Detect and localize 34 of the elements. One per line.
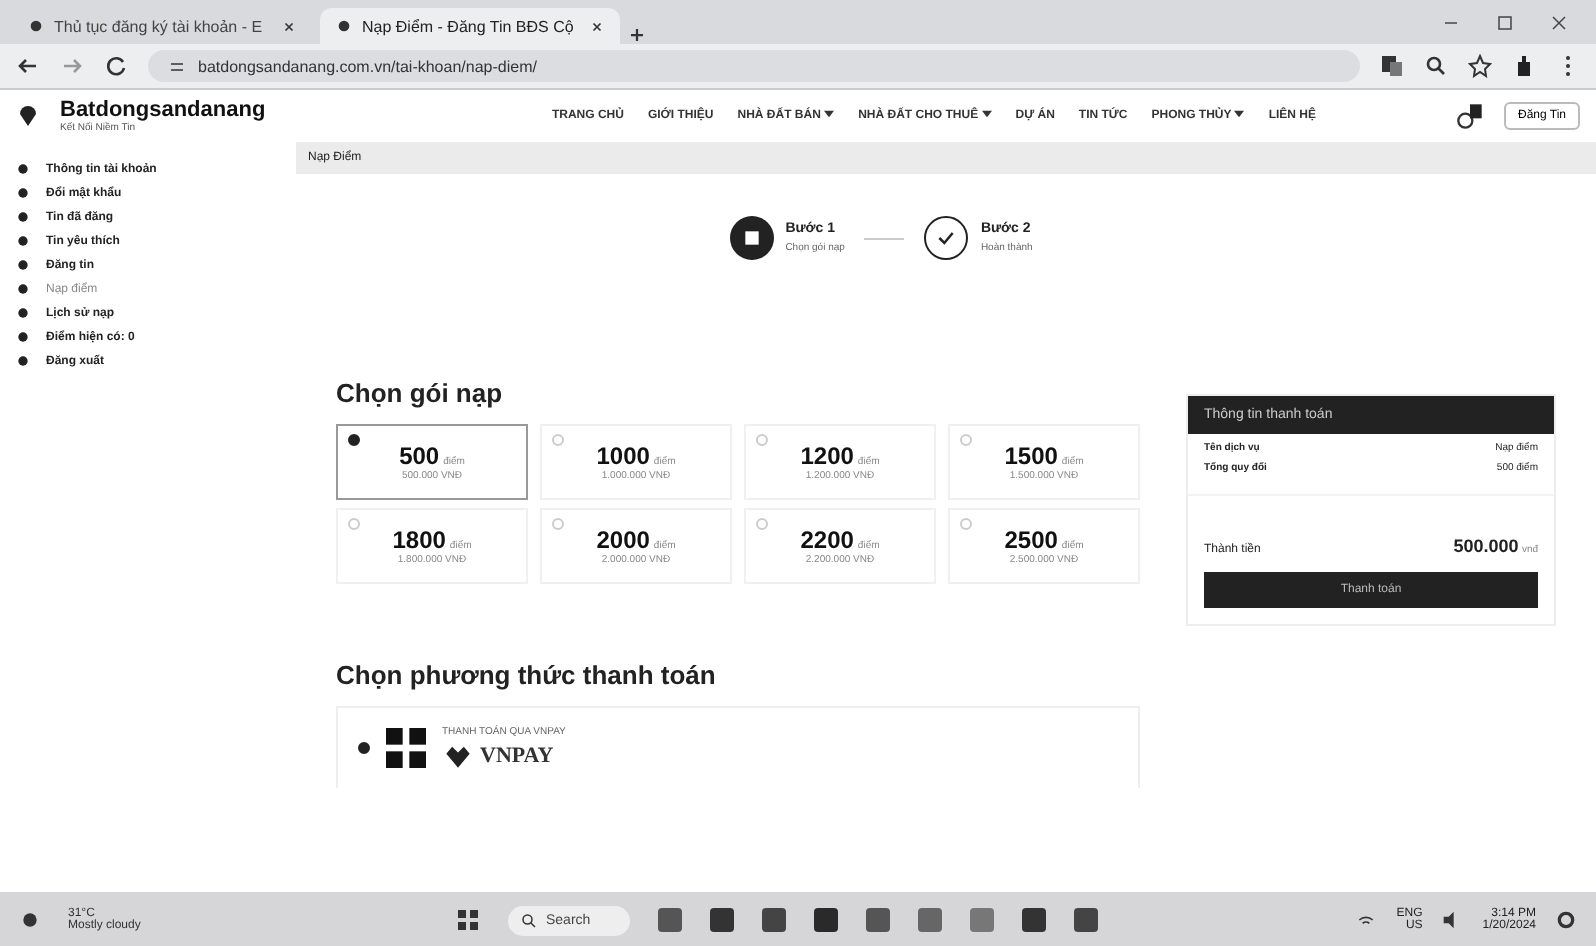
taskbar-app-icon[interactable]: [710, 908, 735, 932]
star-icon: [1468, 54, 1492, 78]
site-logo[interactable]: Batdongsandanang: [60, 98, 266, 122]
caret-icon: [981, 110, 992, 118]
caret-icon: [824, 110, 835, 118]
taskbar-app-icon[interactable]: [762, 908, 787, 932]
close-icon: [590, 19, 604, 33]
start-icon: [456, 908, 480, 932]
forward-icon: [60, 54, 84, 78]
caret-icon: [1234, 110, 1245, 118]
brand-name: VNPAY: [480, 744, 554, 768]
browser-tab[interactable]: Thủ tục đăng ký tài khoản - E: [12, 8, 312, 44]
close-icon: [1550, 14, 1568, 32]
taskbar-app-icon[interactable]: [658, 908, 683, 932]
search-icon: [1424, 54, 1448, 78]
radio-button[interactable]: [358, 742, 370, 754]
taskbar-app-icon[interactable]: [814, 908, 839, 932]
taskbar-app-icon[interactable]: [1022, 908, 1047, 932]
check-icon: [936, 228, 957, 248]
search-icon: [520, 911, 538, 929]
maximize-icon: [1496, 14, 1514, 32]
address-bar[interactable]: batdongsandanang.com.vn/tai-khoan/nap-diem/: [148, 50, 1360, 82]
heart-icon: [442, 742, 474, 770]
total-amount: 500.000: [1453, 536, 1519, 556]
section-title: Chọn phương thức thanh toán: [336, 660, 718, 690]
section-title: Chọn gói nạp: [336, 378, 505, 408]
close-icon: [282, 19, 296, 33]
browser-tab[interactable]: Nạp Điểm - Đăng Tin BĐS Cộ: [320, 8, 620, 44]
location-pin-icon: [16, 102, 40, 130]
back-icon: [16, 54, 40, 78]
new-tab-icon: [628, 26, 646, 44]
reload-icon: [104, 54, 128, 78]
taskbar-app-icon[interactable]: [1074, 908, 1099, 932]
taskbar-app-icon[interactable]: [866, 908, 891, 932]
